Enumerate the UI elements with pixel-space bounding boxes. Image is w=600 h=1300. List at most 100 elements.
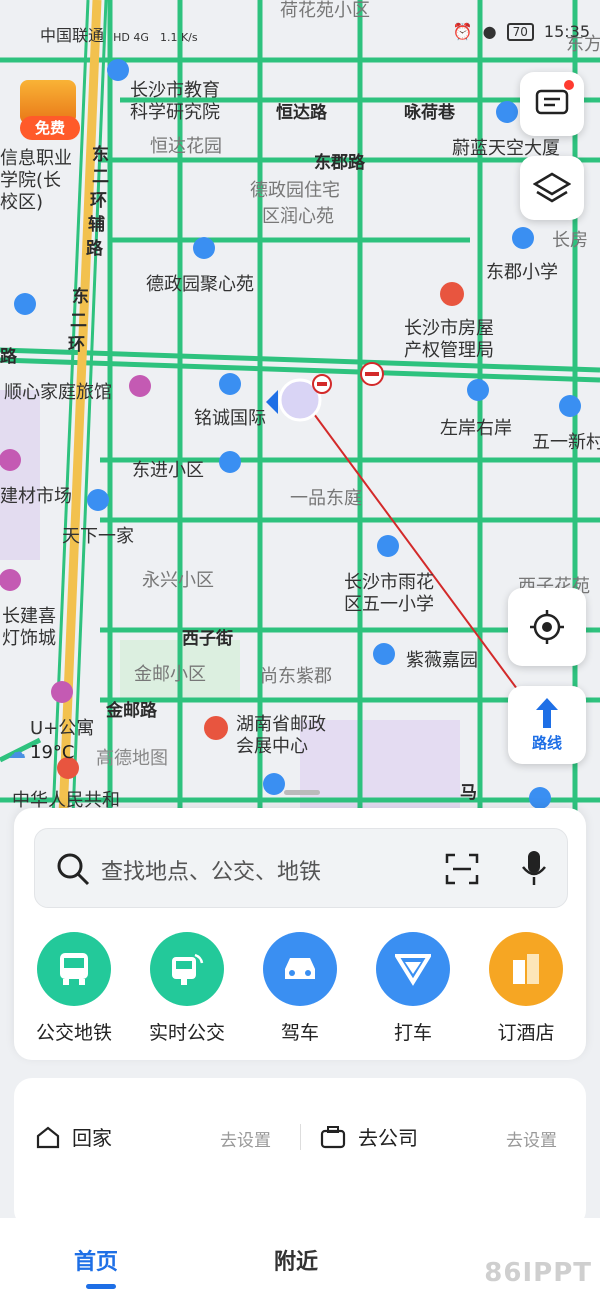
map-label: 区润心苑 — [262, 206, 334, 227]
map-label: 恒达花园 — [150, 136, 222, 157]
map-label: 建材市场 — [0, 486, 72, 507]
map-label: 金邮小区 — [134, 664, 206, 685]
map-label: 灯饰城 — [2, 628, 56, 649]
divider — [300, 1124, 301, 1150]
quick-action-drive[interactable]: 驾车 — [250, 932, 350, 1045]
map-label: 东郡路 — [314, 153, 365, 173]
tab-active-indicator — [86, 1284, 116, 1289]
message-icon — [535, 89, 569, 115]
signal-icon: HD 4G — [113, 31, 149, 44]
message-button[interactable] — [520, 72, 584, 136]
watermark: 86IPPT — [484, 1258, 592, 1288]
search-input[interactable]: 查找地点、公交、地铁 — [101, 854, 321, 886]
map-label: 左岸右岸 — [440, 418, 512, 439]
map-label: 马 — [460, 783, 477, 803]
map-label: 区五一小学 — [344, 594, 434, 615]
briefcase-icon — [320, 1125, 346, 1148]
tab-home[interactable]: 首页 — [74, 1244, 118, 1276]
sheet-handle[interactable] — [284, 790, 320, 795]
realtime-bus-icon — [150, 932, 224, 1006]
status-bar: 中国联通 HD 4G 1.1 K/s ⏰ ● 70 15:35 — [0, 0, 600, 70]
map-label: 路 — [86, 239, 103, 259]
map-label: 二 — [92, 167, 109, 187]
quick-action-realtime-bus[interactable]: 实时公交 — [137, 932, 237, 1045]
quick-action-label: 公交地铁 — [35, 1022, 112, 1044]
map-label: 产权管理局 — [404, 340, 494, 361]
quick-action-label: 实时公交 — [148, 1022, 225, 1044]
map-label: 科学研究院 — [130, 102, 220, 123]
map-label: 东进小区 — [132, 460, 204, 481]
brand-logo: 高德地图 — [96, 748, 168, 769]
map-label: 金邮路 — [106, 701, 157, 721]
map-label: 校区) — [0, 192, 44, 213]
carrier-label: 中国联通 — [40, 26, 105, 45]
quick-action-hotel[interactable]: 订酒店 — [476, 932, 576, 1045]
map-label: 环 — [68, 335, 85, 355]
layers-icon — [533, 172, 571, 203]
home-label: 回家 — [72, 1126, 112, 1150]
hotel-icon — [489, 932, 563, 1006]
location-icon: ● — [482, 22, 497, 41]
home-shortcut[interactable]: 回家 — [36, 1122, 112, 1151]
car-icon — [263, 932, 337, 1006]
map-label: 永兴小区 — [142, 570, 214, 591]
route-button[interactable]: 路线 — [508, 686, 586, 764]
map-label: 会展中心 — [236, 736, 308, 757]
route-icon — [536, 697, 558, 728]
home-icon — [36, 1126, 60, 1148]
bottom-sheet: 查找地点、公交、地铁 公交地铁 实时公交 驾车 打车 订酒店 — [14, 808, 586, 1060]
quick-action-label: 订酒店 — [497, 1022, 555, 1044]
scan-icon[interactable] — [445, 853, 479, 885]
search-icon — [57, 853, 90, 886]
locate-button[interactable] — [508, 588, 586, 666]
quick-action-bus[interactable]: 公交地铁 — [24, 932, 124, 1045]
map-label: 铭诚国际 — [194, 408, 266, 429]
map-label: 德政园聚心苑 — [146, 274, 254, 295]
home-set-link[interactable]: 去设置 — [220, 1126, 271, 1151]
map-label: 环 — [90, 191, 107, 211]
promo-label: 免费 — [20, 116, 80, 140]
net-speed: 1.1 K/s — [159, 31, 198, 44]
layers-button[interactable] — [520, 156, 584, 220]
company-shortcut[interactable]: 去公司 — [320, 1122, 418, 1151]
quick-action-label: 打车 — [393, 1022, 432, 1044]
map-label: 西子街 — [182, 629, 233, 649]
bus-icon — [37, 932, 111, 1006]
map-label: 一品东庭 — [290, 488, 362, 509]
cloud-icon: ☁ — [8, 742, 26, 763]
alarm-icon: ⏰ — [452, 22, 473, 41]
map-label: 顺心家庭旅馆 — [4, 382, 112, 403]
tab-nearby[interactable]: 附近 — [274, 1244, 318, 1276]
map-label: 东 — [72, 287, 89, 307]
microphone-icon[interactable] — [521, 849, 547, 887]
weather-widget: ☁ 19°C — [8, 742, 74, 763]
map-label: 紫薇嘉园 — [406, 650, 478, 671]
status-left: 中国联通 HD 4G 1.1 K/s — [40, 22, 198, 46]
temperature: 19°C — [30, 742, 75, 763]
map-label: 二 — [70, 311, 87, 331]
map-label: 德政园住宅 — [250, 180, 340, 201]
company-label: 去公司 — [358, 1126, 418, 1150]
map-label: 辅 — [88, 215, 105, 235]
map-label: 恒达路 — [276, 103, 327, 123]
map-label: 五一新村 — [532, 432, 600, 453]
locate-icon — [530, 610, 564, 644]
map-label: 天下一家 — [62, 526, 134, 547]
route-label: 路线 — [531, 733, 562, 752]
battery-icon: 70 — [506, 22, 534, 41]
map-label: 咏荷巷 — [404, 103, 455, 123]
time-label: 15:35 — [543, 22, 590, 41]
map-label: 长房 — [552, 230, 588, 251]
quick-action-taxi[interactable]: 打车 — [363, 932, 463, 1045]
map-label: 尚东紫郡 — [260, 666, 332, 687]
map-label: U+公寓 — [30, 718, 95, 739]
promo-badge[interactable]: 免费 — [12, 76, 84, 146]
company-set-link[interactable]: 去设置 — [506, 1126, 557, 1151]
notification-dot — [564, 80, 574, 90]
map-label: 东郡小学 — [486, 262, 558, 283]
taxi-icon — [376, 932, 450, 1006]
quick-action-label: 驾车 — [280, 1022, 319, 1044]
search-bar[interactable]: 查找地点、公交、地铁 — [34, 828, 568, 908]
map-label: 路 — [0, 347, 17, 367]
shortcut-card: 回家 去设置 去公司 去设置 — [14, 1078, 586, 1228]
